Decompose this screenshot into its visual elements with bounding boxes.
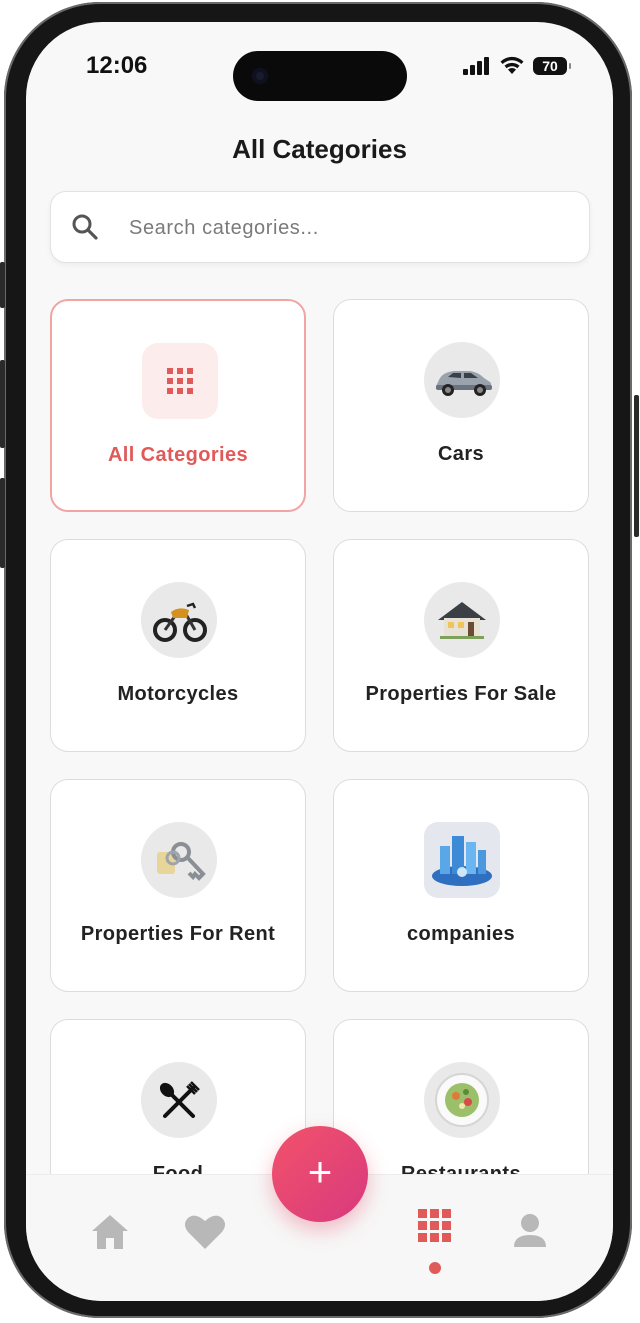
nav-home[interactable] (90, 1213, 130, 1256)
search-bar[interactable] (50, 191, 590, 263)
salad-plate-icon (424, 1062, 500, 1138)
nav-profile[interactable] (512, 1213, 548, 1254)
category-card-properties-for-rent[interactable]: Properties For Rent (50, 779, 306, 992)
silent-switch (0, 262, 5, 308)
nav-categories[interactable] (418, 1209, 452, 1248)
battery-indicator: 70 (533, 57, 571, 75)
volume-up-button (0, 360, 5, 448)
wifi-icon (500, 56, 524, 74)
nav-favorites[interactable] (184, 1213, 226, 1256)
status-bar: 12:06 70 (26, 22, 613, 122)
signal-icon (463, 57, 489, 75)
category-card-all-categories[interactable]: All Categories (50, 299, 306, 512)
add-listing-button[interactable]: + (272, 1126, 368, 1222)
page-title: All Categories (232, 134, 407, 164)
heart-icon (185, 1215, 225, 1249)
category-card-properties-for-sale[interactable]: Properties For Sale (333, 539, 589, 752)
motorcycle-icon (141, 582, 217, 658)
camera-icon (252, 68, 268, 84)
keys-icon (141, 822, 217, 898)
status-time: 12:06 (86, 52, 148, 79)
category-label: Properties For Rent (80, 923, 276, 945)
category-card-companies[interactable]: companies (333, 779, 589, 992)
search-icon (72, 214, 98, 240)
city-buildings-icon (424, 822, 500, 898)
category-card-motorcycles[interactable]: Motorcycles (50, 539, 306, 752)
volume-down-button (0, 478, 5, 568)
active-tab-indicator (429, 1262, 441, 1274)
category-label: All Categories (107, 444, 249, 466)
grid-icon (142, 343, 218, 419)
home-icon (92, 1215, 128, 1249)
grid-icon (418, 1209, 451, 1242)
search-input[interactable] (127, 210, 551, 246)
fork-knife-icon (141, 1062, 217, 1138)
plus-icon: + (307, 1148, 333, 1195)
category-label: Cars (437, 443, 485, 465)
status-indicators: 70 (463, 56, 571, 76)
house-icon (424, 582, 500, 658)
app-screen: 12:06 70 All Categories Search categorie… (26, 22, 613, 1301)
category-label: Properties For Sale (365, 683, 557, 705)
car-icon (424, 342, 500, 418)
power-button (634, 395, 639, 537)
category-label: Motorcycles (117, 683, 239, 705)
category-label: companies (406, 923, 516, 945)
profile-icon (514, 1214, 546, 1247)
category-card-cars[interactable]: Cars (333, 299, 589, 512)
dynamic-island (233, 51, 407, 101)
